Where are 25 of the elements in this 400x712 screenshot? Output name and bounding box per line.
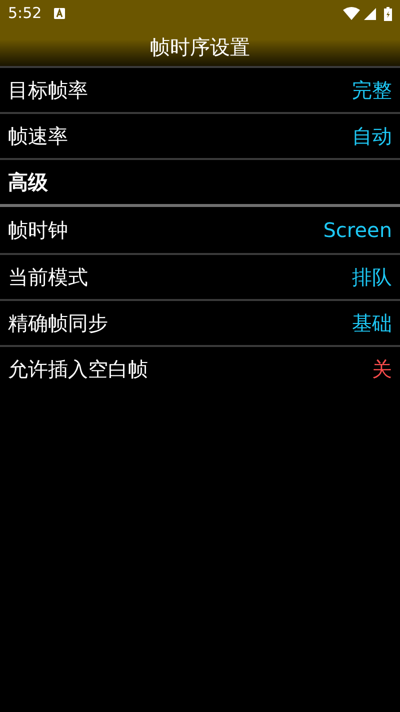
setting-row[interactable]: 当前模式 排队 [0,253,400,299]
section-header: 高级 [8,169,48,196]
setting-label: 目标帧率 [8,77,88,104]
setting-row[interactable]: 帧时钟 Screen [0,207,400,253]
setting-value: 完整 [352,77,392,104]
setting-label: 精确帧同步 [8,310,108,337]
setting-row[interactable]: 精确帧同步 基础 [0,299,400,345]
setting-label: 允许插入空白帧 [8,356,148,383]
signal-icon [364,8,376,20]
setting-row[interactable]: 允许插入空白帧 关 [0,345,400,391]
setting-value: 关 [372,356,392,383]
setting-label: 帧速率 [8,123,68,150]
setting-value: 基础 [352,310,392,337]
battery-icon [384,6,392,20]
wifi-icon [343,7,360,20]
setting-value: Screen [323,217,392,244]
notification-icon [54,8,65,19]
screen-title: 帧时序设置 [150,34,250,60]
setting-value: 排队 [352,264,392,291]
setting-label: 当前模式 [8,264,88,291]
setting-row[interactable]: 目标帧率 完整 [0,66,400,112]
setting-row[interactable]: 帧速率 自动 [0,112,400,158]
setting-label: 帧时钟 [8,217,68,244]
status-time: 5:52 [8,3,42,24]
setting-value: 自动 [352,123,392,150]
